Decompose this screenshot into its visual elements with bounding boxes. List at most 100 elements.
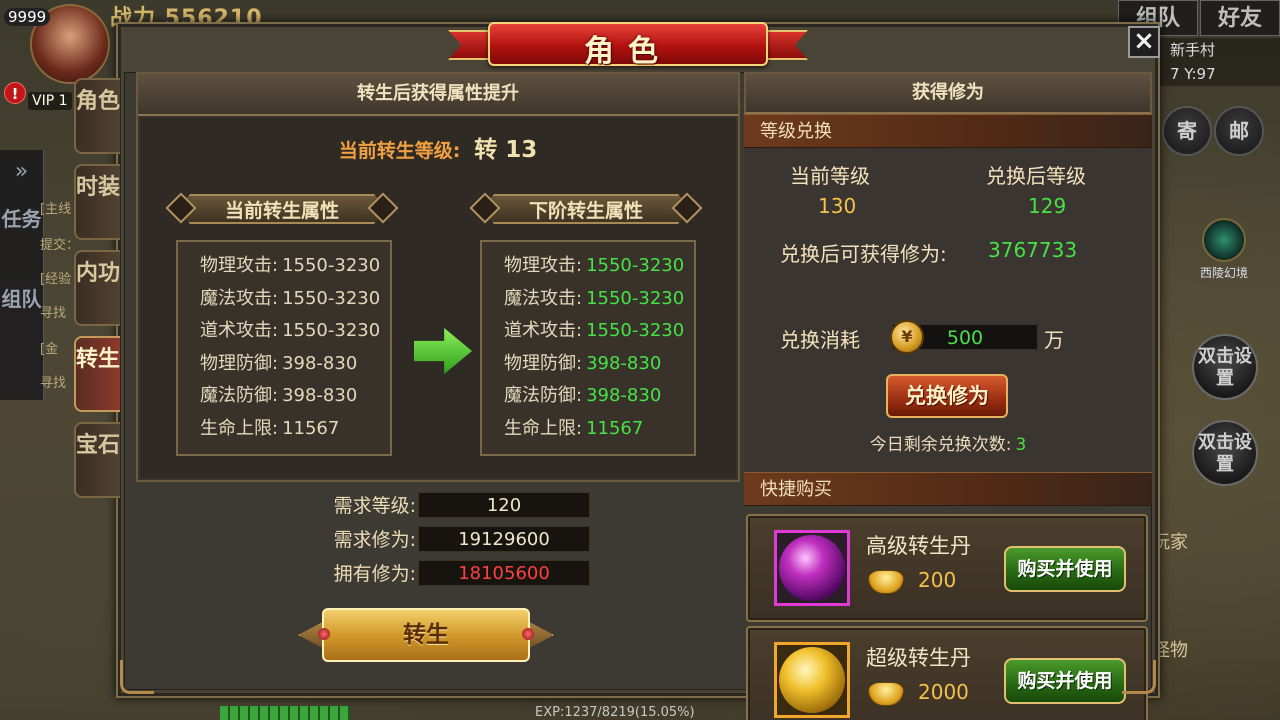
rebirth-button-label[interactable]: 转生	[322, 608, 530, 662]
quest-text[interactable]: [主线	[40, 198, 71, 217]
gold-ingot-icon	[868, 682, 904, 706]
attr-value: 1550-3230	[586, 255, 685, 276]
mail-button[interactable]: 邮	[1214, 106, 1264, 156]
rebirth-panel-body: 当前转生等级: 转 13 当前转生属性 下阶转生属性 物理攻击: 1550-3230…	[140, 118, 736, 478]
xiling-portal[interactable]: 西陵幻境	[1194, 218, 1254, 281]
attr-label: 道术攻击:	[200, 320, 279, 341]
rebirth-attributes-panel: 转生后获得属性提升 当前转生等级: 转 13 当前转生属性 下阶转生属性 物理攻击…	[136, 72, 740, 482]
vip-badge[interactable]: VIP 1	[28, 92, 72, 110]
after-level-value: 129	[1028, 194, 1067, 218]
remaining-exchanges: 今日剩余兑换次数: 3	[744, 430, 1152, 455]
alert-icon[interactable]: !	[4, 82, 26, 104]
attr-label: 魔法攻击:	[504, 287, 583, 309]
current-rebirth-level: 当前转生等级: 转 13	[140, 130, 736, 164]
exp-text: EXP:1237/8219(15.05%)	[535, 705, 695, 720]
attr-row: 物理攻击: 1550-3230	[200, 250, 390, 283]
map-coords: 7 Y:97	[1160, 62, 1280, 86]
current-attrs-box: 物理攻击: 1550-3230 魔法攻击: 1550-3230 道术攻击: 1550-…	[176, 240, 392, 456]
gold-pill-icon	[779, 647, 845, 713]
ruby-ornament-icon	[318, 628, 330, 640]
current-rebirth-level-value: 转 13	[474, 137, 538, 163]
mail-send-button[interactable]: 寄	[1162, 106, 1212, 156]
purple-pill-icon	[779, 535, 845, 601]
own-cultivation-label: 拥有修为:	[333, 563, 416, 585]
next-attrs-box: 物理攻击: 1550-3230 魔法攻击: 1550-3230 道术攻击: 1550-…	[480, 240, 696, 456]
item-name: 高级转生丹	[866, 534, 971, 558]
quest-text[interactable]: 寻找	[40, 302, 66, 321]
quick-buy-header: 快捷购买	[744, 472, 1152, 506]
rebirth-button[interactable]: 转生	[298, 604, 554, 666]
attr-value: 398-830	[282, 352, 358, 374]
current-attrs-title: 当前转生属性	[224, 200, 339, 222]
attr-label: 道术攻击:	[504, 320, 583, 341]
attr-row: 物理攻击: 1550-3230	[504, 250, 694, 283]
attr-row: 道术攻击: 1550-3230	[504, 315, 694, 348]
attr-label: 物理攻击:	[504, 255, 583, 276]
corner-ornament	[120, 660, 154, 694]
side-tab-task[interactable]: 任务	[0, 194, 43, 274]
tab-character[interactable]: 角色	[74, 78, 120, 154]
dialog-title: 角色	[584, 34, 672, 69]
ruby-ornament-icon	[522, 628, 534, 640]
rebirth-requirements: 需求等级: 120 需求修为: 19129600 拥有修为: 18105600 …	[136, 486, 740, 686]
own-cultivation-value: 18105600	[418, 560, 590, 586]
attr-label: 物理攻击:	[200, 255, 279, 276]
portal-orb-icon	[1202, 218, 1246, 262]
req-level-value: 120	[418, 492, 590, 518]
map-name: 新手村	[1160, 38, 1280, 62]
friend-tab[interactable]: 好友	[1200, 0, 1280, 36]
attr-value: 1550-3230	[282, 255, 381, 276]
gain-value: 3767733	[988, 238, 1078, 262]
attr-row: 生命上限: 11567	[200, 413, 390, 446]
collapse-arrow-icon[interactable]: »	[0, 150, 43, 194]
attr-value: 11567	[586, 417, 644, 439]
shop-item-super-pill: 超级转生丹 2000 购买并使用	[746, 626, 1148, 720]
gold-ingot-icon	[868, 570, 904, 594]
tab-gem[interactable]: 宝石	[74, 422, 120, 498]
req-cultivation-value: 19129600	[418, 526, 590, 552]
item-price: 200	[918, 568, 957, 592]
buy-and-use-button[interactable]: 购买并使用	[1004, 546, 1126, 592]
close-button[interactable]: ×	[1128, 26, 1160, 58]
item-price: 2000	[918, 680, 969, 704]
attr-row: 魔法防御: 398-830	[504, 380, 694, 413]
item-slot[interactable]	[774, 642, 850, 718]
side-tab-team[interactable]: 组队	[0, 274, 43, 354]
quest-text[interactable]: [金	[40, 338, 58, 357]
quest-text[interactable]: [经验	[40, 268, 71, 287]
side-task-panel: » 任务 组队	[0, 150, 44, 400]
attr-row: 物理防御: 398-830	[504, 348, 694, 381]
current-rebirth-level-label: 当前转生等级:	[338, 140, 461, 162]
remaining-value: 3	[1015, 435, 1027, 455]
double-click-settings-1[interactable]: 双击设置	[1192, 334, 1258, 400]
double-click-settings-2[interactable]: 双击设置	[1192, 420, 1258, 486]
attr-label: 魔法攻击:	[200, 287, 279, 309]
tab-inner-skill[interactable]: 内功	[74, 250, 120, 326]
buy-and-use-button[interactable]: 购买并使用	[1004, 658, 1126, 704]
xiling-label: 西陵幻境	[1199, 266, 1248, 280]
attr-row: 生命上限: 11567	[504, 413, 694, 446]
current-level-value: 130	[818, 194, 857, 218]
attr-value: 398-830	[282, 385, 358, 406]
level-exchange-header: 等级兑换	[744, 114, 1152, 148]
attr-row: 魔法防御: 398-830	[200, 380, 390, 413]
attr-value: 1550-3230	[586, 320, 685, 341]
minimap-info: 新手村 7 Y:97	[1160, 38, 1280, 86]
attr-row: 魔法攻击: 1550-3230	[200, 283, 390, 316]
attr-row: 道术攻击: 1550-3230	[200, 315, 390, 348]
next-attrs-title: 下阶转生属性	[528, 200, 643, 222]
attr-label: 生命上限:	[504, 417, 583, 439]
quest-text[interactable]: 寻找	[40, 372, 66, 391]
cultivation-panel: 获得修为 等级兑换 当前等级 130 兑换后等级 129 兑换后可获得修为: 3…	[744, 72, 1152, 720]
cost-unit: 万	[1044, 328, 1064, 352]
tab-fashion[interactable]: 时装	[74, 164, 120, 240]
attr-value: 398-830	[586, 385, 662, 406]
attr-value: 1550-3230	[282, 287, 381, 309]
attr-value: 11567	[282, 417, 340, 439]
item-slot[interactable]	[774, 530, 850, 606]
attr-label: 生命上限:	[200, 417, 279, 439]
tab-rebirth[interactable]: 转生	[74, 336, 120, 412]
item-name: 超级转生丹	[866, 646, 971, 670]
exchange-cultivation-button[interactable]: 兑换修为	[886, 374, 1008, 418]
coin-icon: ¥	[890, 320, 924, 354]
